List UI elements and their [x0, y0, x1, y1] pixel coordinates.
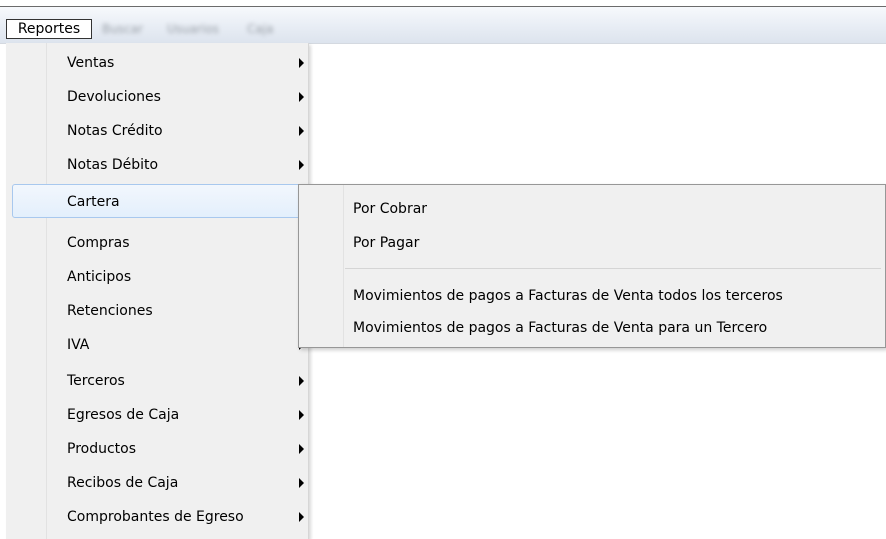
menu-item-anticipos[interactable]: Anticipos	[12, 260, 306, 294]
menu-item-label: Anticipos	[67, 269, 132, 285]
menu-item-iva[interactable]: IVA	[12, 328, 306, 362]
menu-item-label: Devoluciones	[67, 89, 161, 105]
menu-item-egresos-de-caja[interactable]: Egresos de Caja	[12, 398, 306, 432]
submenu-item-movimientos-todos[interactable]: Movimientos de pagos a Facturas de Venta…	[299, 279, 885, 313]
submenu-arrow-icon	[299, 160, 304, 170]
submenu-arrow-icon	[299, 92, 304, 102]
window-top-edge	[0, 0, 886, 7]
menu-item-retenciones[interactable]: Retenciones	[12, 294, 306, 328]
menu-item-label: Productos	[67, 441, 137, 457]
submenu-item-label: Movimientos de pagos a Facturas de Venta…	[353, 288, 783, 304]
menu-item-label: Cartera	[67, 194, 120, 210]
menu-item-compras[interactable]: Compras	[12, 226, 306, 260]
menu-item-label: Egresos de Caja	[67, 407, 180, 423]
menu-item-label: Notas Débito	[67, 157, 159, 173]
menu-item-label: Retenciones	[67, 303, 153, 319]
submenu-arrow-icon	[299, 444, 304, 454]
menu-item-label: Ventas	[67, 55, 115, 71]
submenu-item-label: Por Pagar	[353, 235, 420, 251]
menu-item-label: Terceros	[67, 373, 125, 389]
menu-item-recibos-de-caja[interactable]: Recibos de Caja	[12, 466, 306, 500]
reportes-dropdown-menu: Ventas Devoluciones Notas Crédito Notas …	[6, 43, 309, 539]
menu-item-label: Recibos de Caja	[67, 475, 179, 491]
menu-item-label: IVA	[67, 337, 90, 353]
menu-item-terceros[interactable]: Terceros	[12, 364, 306, 398]
submenu-item-por-cobrar[interactable]: Por Cobrar	[299, 192, 885, 226]
menu-item-label: Compras	[67, 235, 130, 251]
menu-item-ventas[interactable]: Ventas	[12, 46, 306, 80]
submenu-arrow-icon	[299, 58, 304, 68]
submenu-item-label: Movimientos de pagos a Facturas de Venta…	[353, 320, 768, 336]
menu-bar: Reportes Buscar Usuarios Caja	[0, 7, 886, 44]
submenu-arrow-icon	[299, 376, 304, 386]
submenu-arrow-icon	[299, 478, 304, 488]
submenu-item-por-pagar[interactable]: Por Pagar	[299, 226, 885, 260]
cartera-submenu: Por Cobrar Por Pagar Movimientos de pago…	[298, 184, 886, 348]
menu-buscar[interactable]: Buscar	[100, 19, 145, 39]
menu-usuarios[interactable]: Usuarios	[165, 19, 221, 39]
submenu-arrow-icon	[299, 126, 304, 136]
submenu-item-movimientos-tercero[interactable]: Movimientos de pagos a Facturas de Venta…	[299, 311, 885, 345]
menu-item-devoluciones[interactable]: Devoluciones	[12, 80, 306, 114]
submenu-arrow-icon	[299, 512, 304, 522]
submenu-item-label: Por Cobrar	[353, 201, 428, 217]
menu-item-label: Notas Crédito	[67, 123, 163, 139]
menu-item-cartera[interactable]: Cartera	[12, 184, 306, 218]
menu-caja[interactable]: Caja	[245, 19, 275, 39]
menu-item-comprobantes-de-egreso[interactable]: Comprobantes de Egreso	[12, 500, 306, 534]
menu-item-label: Comprobantes de Egreso	[67, 509, 244, 525]
menu-reportes[interactable]: Reportes	[6, 19, 92, 39]
menu-item-notas-credito[interactable]: Notas Crédito	[12, 114, 306, 148]
submenu-separator	[345, 268, 881, 269]
menu-item-notas-debito[interactable]: Notas Débito	[12, 148, 306, 182]
submenu-arrow-icon	[299, 410, 304, 420]
menu-item-productos[interactable]: Productos	[12, 432, 306, 466]
